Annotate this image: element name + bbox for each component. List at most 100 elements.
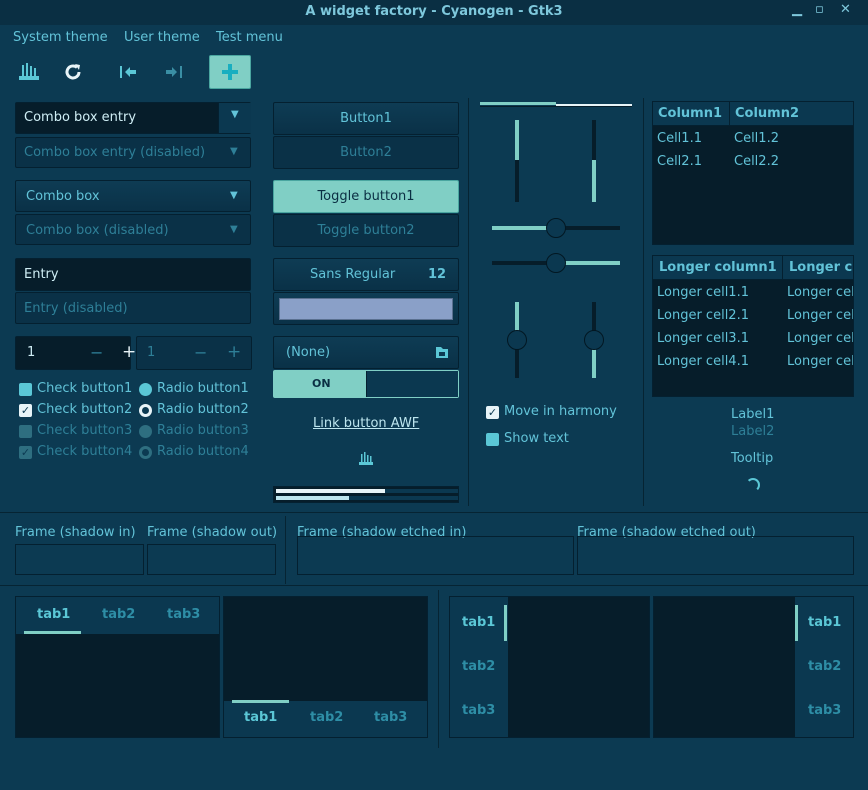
tree-cell[interactable]: Longer cel — [787, 331, 853, 346]
tree-cell[interactable]: Longer cell2.1 — [657, 308, 749, 323]
close-icon[interactable]: ✕ — [840, 2, 851, 17]
vscale-3-knob[interactable] — [584, 330, 604, 350]
refresh-icon[interactable] — [55, 54, 91, 90]
hscale-1-knob[interactable] — [546, 218, 566, 238]
checkbox-checked[interactable]: ✓ — [486, 406, 499, 419]
notebook-right: tab1 tab2 tab3 — [653, 596, 854, 738]
hscale-2[interactable] — [492, 253, 620, 273]
tree-cell[interactable]: Longer cel — [787, 308, 853, 323]
tab-1[interactable]: tab1 — [244, 710, 277, 725]
color-button[interactable] — [273, 292, 459, 325]
radio-selected[interactable] — [139, 404, 152, 417]
radio[interactable] — [139, 383, 152, 396]
menu-test[interactable]: Test menu — [216, 30, 283, 45]
menu-system-theme[interactable]: System theme — [13, 30, 108, 45]
spin-minus-button: − — [194, 343, 208, 362]
tree-cell[interactable]: Cell1.2 — [734, 131, 779, 146]
vscale-left[interactable] — [515, 120, 519, 202]
combo-box-entry-toggle[interactable]: ▼ — [218, 103, 251, 133]
tree-cell[interactable]: Cell2.2 — [734, 154, 779, 169]
go-last-icon[interactable] — [156, 54, 192, 90]
tree-cell[interactable]: Longer cell3.1 — [657, 331, 749, 346]
go-first-icon[interactable] — [110, 54, 146, 90]
tree-view-2[interactable]: Longer column1 Longer c Longer cell1.1 L… — [652, 255, 854, 397]
notebook-bottom: tab1 tab2 tab3 — [223, 596, 428, 738]
check-label: Check button3 — [37, 423, 133, 438]
hscale-top[interactable] — [480, 101, 632, 107]
entry-text[interactable]: Entry — [24, 267, 59, 282]
menu-user-theme[interactable]: User theme — [124, 30, 200, 45]
organ-icon[interactable] — [11, 54, 47, 90]
tooltip-label: Tooltip — [731, 451, 774, 466]
tab-2[interactable]: tab2 — [310, 710, 343, 725]
vscale-left-fill — [515, 120, 519, 160]
vscale-right[interactable] — [592, 120, 596, 202]
chevron-down-icon: ▼ — [230, 190, 238, 201]
maximize-icon[interactable]: ▫ — [815, 2, 824, 17]
radio-dot — [142, 407, 149, 414]
document-icon — [434, 344, 450, 364]
tab-3[interactable]: tab3 — [167, 607, 200, 622]
vscale-2-knob[interactable] — [507, 330, 527, 350]
tree-cell[interactable]: Longer cell1.1 — [657, 285, 749, 300]
vscale-3[interactable] — [584, 302, 604, 378]
menu-bar: System theme User theme Test menu — [0, 25, 868, 51]
separator — [438, 590, 439, 748]
combo-box-entry[interactable]: Combo box entry ▼ — [15, 102, 251, 134]
tab-1[interactable]: tab1 — [808, 615, 841, 630]
spin-plus-button: + — [227, 342, 242, 362]
checkbox-checked[interactable]: ✓ — [19, 404, 32, 417]
tree-view-2-header: Longer column1 Longer c — [653, 256, 853, 280]
file-chooser-button[interactable]: (None) — [273, 336, 459, 369]
color-swatch — [279, 298, 453, 320]
switch-slider[interactable] — [366, 371, 458, 397]
radio-label: Radio button1 — [157, 381, 249, 396]
hscale-2-knob[interactable] — [546, 253, 566, 273]
column-header-2[interactable]: Column2 — [735, 106, 799, 121]
tab-1[interactable]: tab1 — [37, 607, 70, 622]
tab-1[interactable]: tab1 — [462, 615, 495, 630]
notebook-top: tab1 tab2 tab3 — [15, 596, 220, 738]
checkbox[interactable] — [486, 433, 499, 446]
spin-button-value[interactable]: 1 — [27, 345, 35, 360]
hscale-1[interactable] — [492, 218, 620, 238]
tab-3[interactable]: tab3 — [462, 703, 495, 718]
tree-cell[interactable]: Longer cel — [787, 354, 853, 369]
minimize-icon[interactable]: ▁ — [792, 2, 802, 17]
toggle-button1[interactable]: Toggle button1 — [273, 180, 459, 213]
show-text-label: Show text — [504, 431, 569, 446]
spin-plus-button[interactable]: + — [122, 342, 136, 362]
frame-shadow-out — [147, 544, 276, 575]
tab-3[interactable]: tab3 — [808, 703, 841, 718]
button1[interactable]: Button1 — [273, 102, 459, 135]
spin-minus-button[interactable]: − — [90, 343, 103, 362]
file-chooser-label: (None) — [286, 345, 331, 360]
tree-cell[interactable]: Longer cel — [787, 285, 853, 300]
add-icon[interactable] — [209, 55, 251, 89]
column-header-1[interactable]: Column1 — [658, 106, 722, 121]
tree-cell[interactable]: Cell1.1 — [657, 131, 702, 146]
link-button[interactable]: Link button AWF — [313, 416, 419, 431]
tab-2[interactable]: tab2 — [808, 659, 841, 674]
combo-box-entry-disabled-text: Combo box entry (disabled) — [24, 145, 206, 160]
combo-box[interactable]: Combo box ▼ — [15, 180, 251, 212]
tree-view-1[interactable]: Column1 Column2 Cell1.1 Cell1.2 Cell2.1 … — [652, 101, 854, 245]
tab-indicator — [504, 605, 507, 641]
spin-button[interactable]: 1 − + — [15, 336, 136, 370]
vscale-2[interactable] — [507, 302, 527, 378]
tab-2[interactable]: tab2 — [102, 607, 135, 622]
font-button[interactable]: Sans Regular 12 — [273, 258, 459, 291]
checkbox[interactable] — [19, 383, 32, 396]
column-divider — [729, 102, 730, 126]
entry[interactable]: Entry — [15, 258, 251, 291]
tree-cell[interactable]: Longer cell4.1 — [657, 354, 749, 369]
tab-2[interactable]: tab2 — [462, 659, 495, 674]
column-header-1[interactable]: Longer column1 — [659, 260, 777, 275]
column-header-2[interactable]: Longer c — [789, 260, 852, 275]
tree-cell[interactable]: Cell2.1 — [657, 154, 702, 169]
frame-shadow-in — [15, 544, 144, 575]
tab-3[interactable]: tab3 — [374, 710, 407, 725]
switch[interactable]: ON — [273, 370, 459, 398]
combo-box-entry-text[interactable]: Combo box entry — [24, 110, 136, 125]
organ-icon — [358, 452, 374, 471]
